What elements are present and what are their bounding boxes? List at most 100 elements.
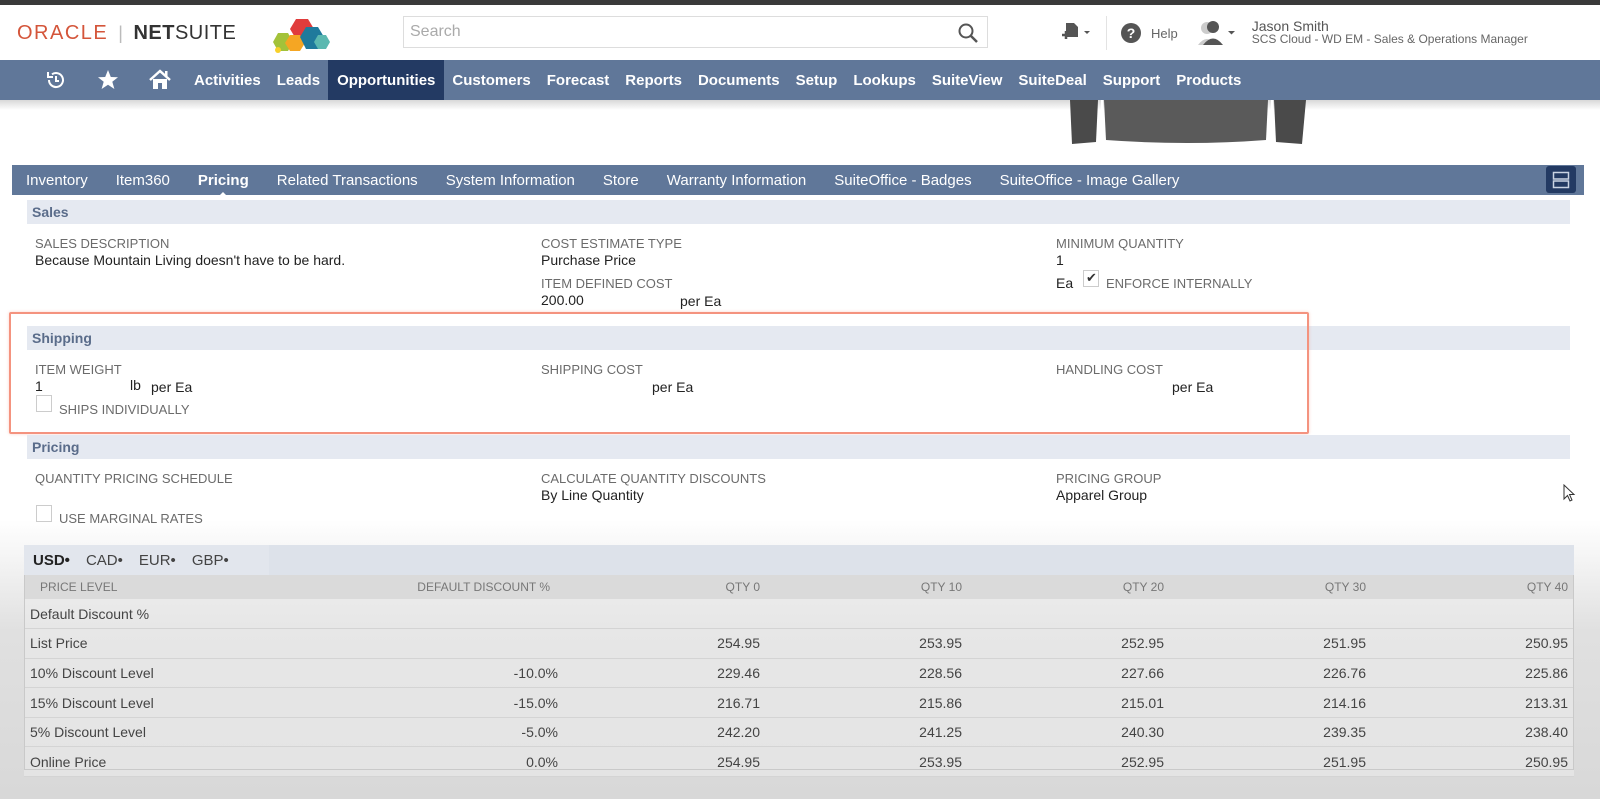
global-search[interactable] — [403, 16, 988, 48]
create-new-menu[interactable] — [1060, 18, 1094, 48]
star-icon[interactable] — [82, 60, 134, 100]
table-header-row: Price Level Default Discount % QTY 0 QTY… — [24, 575, 1574, 599]
col-price-level: Price Level — [24, 575, 384, 599]
help-icon[interactable]: ? — [1121, 23, 1141, 43]
nav-suiteview[interactable]: SuiteView — [924, 60, 1011, 100]
col-qty-40: QTY 40 — [1372, 575, 1574, 599]
item-defined-cost-unit: per Ea — [680, 293, 722, 309]
logo-oracle: ORACLE — [17, 22, 109, 44]
cell-qty-20: 252.95 — [968, 746, 1170, 778]
currency-tabs: USD• CAD• EUR• GBP• — [24, 545, 269, 575]
cell-qty-10: 241.25 — [766, 717, 968, 748]
recent-history-icon[interactable] — [30, 60, 82, 100]
subtab-system-information[interactable]: System Information — [446, 172, 575, 189]
subtab-related-transactions[interactable]: Related Transactions — [277, 172, 418, 189]
cell-qty-0: 216.71 — [564, 687, 766, 718]
help-link[interactable]: Help — [1151, 26, 1178, 41]
currency-tab-gbp[interactable]: GBP• — [192, 552, 229, 569]
logo-suite: SUITE — [174, 22, 237, 44]
nav-suitedeal[interactable]: SuiteDeal — [1010, 60, 1094, 100]
table-row[interactable]: 15% Discount Level -15.0% 216.71 215.86 215.… — [24, 687, 1574, 718]
subtab-suiteoffice-image-gallery[interactable]: SuiteOffice - Image Gallery — [1000, 172, 1180, 189]
cell-default-discount — [384, 599, 564, 630]
nav-customers[interactable]: Customers — [444, 60, 538, 100]
cell-qty-0: 229.46 — [564, 658, 766, 689]
subtab-inventory[interactable]: Inventory — [26, 172, 88, 189]
col-default-discount: Default Discount % — [384, 575, 564, 599]
table-row[interactable]: 10% Discount Level -10.0% 229.46 228.56 227.… — [24, 658, 1574, 689]
currency-tab-usd[interactable]: USD• — [33, 552, 70, 569]
cell-qty-0 — [564, 599, 766, 630]
mouse-cursor-icon — [1563, 484, 1576, 502]
nav-setup[interactable]: Setup — [788, 60, 846, 100]
nav-forecast[interactable]: Forecast — [539, 60, 618, 100]
cell-price-level: 15% Discount Level — [24, 687, 384, 718]
cell-qty-40 — [1372, 599, 1574, 630]
cell-qty-10: 253.95 — [766, 746, 968, 778]
subtab-suiteoffice-badges[interactable]: SuiteOffice - Badges — [834, 172, 971, 189]
subtab-item360[interactable]: Item360 — [116, 172, 170, 189]
cell-qty-30: 214.16 — [1170, 687, 1372, 718]
cell-qty-0: 242.20 — [564, 717, 766, 748]
cell-price-level: Default Discount % — [24, 599, 384, 630]
search-icon[interactable] — [957, 22, 979, 44]
table-row[interactable]: Online Price 0.0% 254.95 253.95 252.95 251.95… — [24, 746, 1574, 778]
nav-activities[interactable]: Activities — [186, 60, 269, 100]
table-row[interactable]: Default Discount % — [24, 599, 1574, 630]
nav-reports[interactable]: Reports — [617, 60, 690, 100]
currency-tab-cad[interactable]: CAD• — [86, 552, 123, 569]
section-pricing-header[interactable]: Pricing — [27, 435, 1570, 459]
logo-separator: | — [118, 23, 124, 43]
home-icon[interactable] — [134, 60, 186, 100]
currency-tab-eur[interactable]: EUR• — [139, 552, 176, 569]
user-info: Jason Smith SCS Cloud - WD EM - Sales & … — [1251, 19, 1528, 46]
cell-price-level: List Price — [24, 628, 384, 659]
cell-price-level: Online Price — [24, 746, 384, 778]
nav-leads[interactable]: Leads — [269, 60, 328, 100]
nav-documents[interactable]: Documents — [690, 60, 788, 100]
nav-support[interactable]: Support — [1095, 60, 1169, 100]
user-role: SCS Cloud - WD EM - Sales & Operations M… — [1251, 32, 1528, 46]
product-image-jacket — [1070, 100, 1306, 144]
cell-default-discount: -5.0% — [384, 717, 564, 748]
col-qty-10: QTY 10 — [766, 575, 968, 599]
section-sales-header[interactable]: Sales — [27, 200, 1570, 224]
cost-estimate-type-label: Cost Estimate Type — [541, 236, 682, 251]
subtab-warranty-information[interactable]: Warranty Information — [667, 172, 807, 189]
search-input[interactable] — [404, 17, 944, 47]
cell-qty-40: 250.95 — [1372, 628, 1574, 659]
layout-toggle-icon — [1552, 171, 1570, 188]
oracle-netsuite-logo[interactable]: ORACLE | NET SUITE — [17, 22, 236, 45]
header: ORACLE | NETSUITE ? Help — [0, 5, 1600, 60]
pricing-group-value[interactable]: Apparel Group — [1056, 487, 1147, 503]
table-row[interactable]: 5% Discount Level -5.0% 242.20 241.25 240.30… — [24, 717, 1574, 748]
item-defined-cost-value: 200.00 — [541, 292, 584, 308]
subtab-pricing[interactable]: Pricing — [198, 172, 249, 198]
cell-qty-40: 213.31 — [1372, 687, 1574, 718]
col-qty-0: QTY 0 — [564, 575, 766, 599]
calculate-quantity-discounts-label: Calculate Quantity Discounts — [541, 471, 766, 486]
record-subtabs: Inventory Item360 Pricing Related Transa… — [12, 165, 1584, 198]
cell-qty-30: 226.76 — [1170, 658, 1372, 689]
nav-opportunities[interactable]: Opportunities — [328, 60, 445, 100]
cell-qty-0: 254.95 — [564, 746, 766, 778]
nav-products[interactable]: Products — [1168, 60, 1249, 100]
use-marginal-rates-label: Use Marginal Rates — [59, 511, 203, 526]
table-row[interactable]: List Price 254.95 253.95 252.95 251.95 250.95 — [24, 628, 1574, 659]
quantity-pricing-schedule-label: Quantity Pricing Schedule — [35, 471, 233, 486]
cell-qty-0: 254.95 — [564, 628, 766, 659]
user-menu[interactable] — [1196, 18, 1238, 48]
nav-lookups[interactable]: Lookups — [845, 60, 924, 100]
use-marginal-rates-checkbox[interactable] — [36, 505, 52, 522]
header-tools: ? Help Jason Smith SCS Cloud - WD EM - S… — [1060, 15, 1528, 51]
logo-net: NET — [133, 22, 175, 44]
price-level-table: Price Level Default Discount % QTY 0 QTY… — [24, 575, 1574, 778]
item-defined-cost-label: Item Defined Cost — [541, 276, 673, 291]
cell-default-discount: -10.0% — [384, 658, 564, 689]
cell-qty-40: 225.86 — [1372, 658, 1574, 689]
cell-qty-20 — [968, 599, 1170, 630]
subtab-store[interactable]: Store — [603, 172, 639, 189]
enforce-internally-checkbox[interactable] — [1083, 270, 1099, 287]
cell-price-level: 5% Discount Level — [24, 717, 384, 748]
collapse-subtabs-button[interactable] — [1546, 166, 1576, 193]
